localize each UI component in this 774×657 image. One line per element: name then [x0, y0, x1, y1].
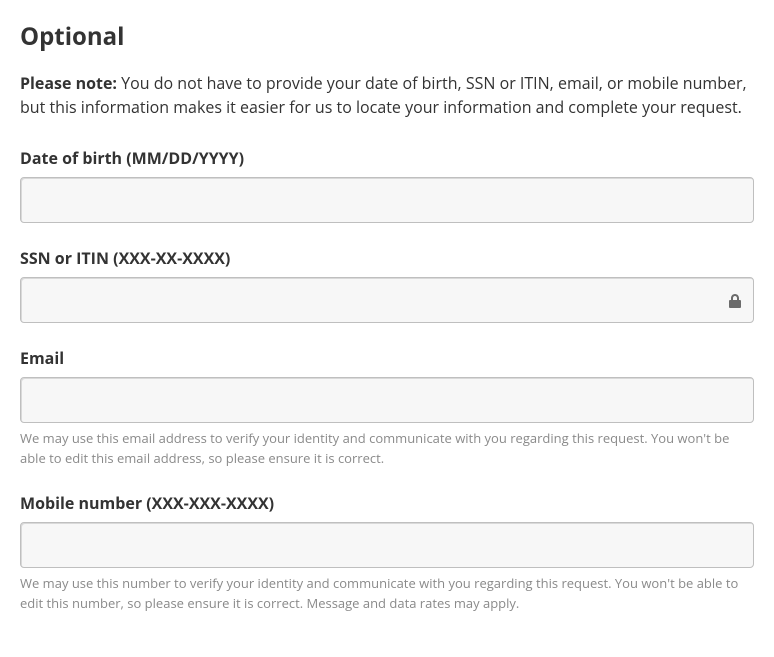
label-mobile: Mobile number (XXX-XXX-XXXX) [20, 492, 754, 514]
label-email: Email [20, 347, 754, 369]
label-ssn: SSN or ITIN (XXX-XX-XXXX) [20, 247, 754, 269]
input-wrap-mobile [20, 522, 754, 568]
label-dob: Date of birth (MM/DD/YYYY) [20, 147, 754, 169]
mobile-input[interactable] [20, 522, 754, 568]
field-mobile: Mobile number (XXX-XXX-XXXX) We may use … [20, 492, 754, 613]
input-wrap-ssn [20, 277, 754, 323]
email-input[interactable] [20, 377, 754, 423]
field-dob: Date of birth (MM/DD/YYYY) [20, 147, 754, 223]
helper-mobile: We may use this number to verify your id… [20, 574, 754, 613]
field-email: Email We may use this email address to v… [20, 347, 754, 468]
field-ssn: SSN or ITIN (XXX-XX-XXXX) [20, 247, 754, 323]
ssn-input[interactable] [20, 277, 754, 323]
note-body: You do not have to provide your date of … [20, 72, 747, 118]
input-wrap-dob [20, 177, 754, 223]
note-strong: Please note: [20, 72, 117, 94]
dob-input[interactable] [20, 177, 754, 223]
input-wrap-email [20, 377, 754, 423]
helper-email: We may use this email address to verify … [20, 429, 754, 468]
note-text: Please note: You do not have to provide … [20, 71, 754, 119]
section-heading: Optional [20, 20, 754, 53]
